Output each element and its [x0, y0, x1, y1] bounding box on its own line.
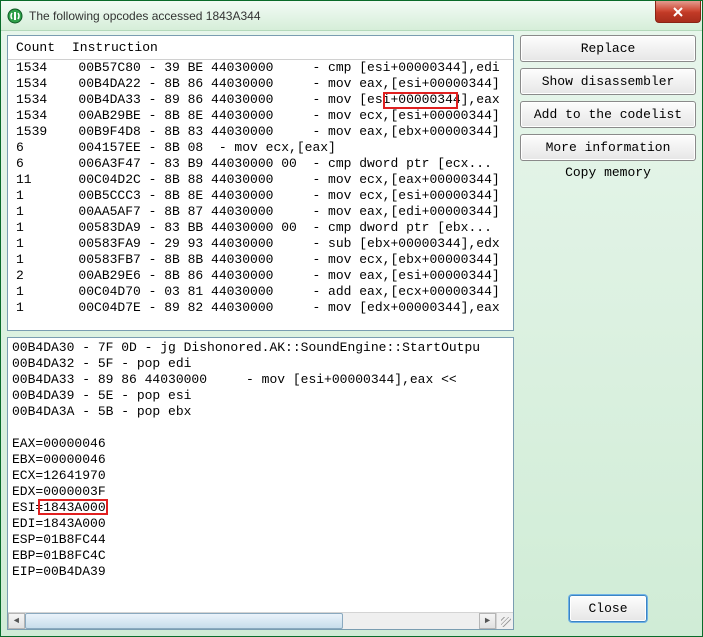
- close-area: Close: [520, 595, 696, 630]
- right-column: Replace Show disassembler Add to the cod…: [520, 35, 696, 630]
- table-row[interactable]: 1 00C04D7E - 89 82 44030000 - mov [edx+0…: [16, 300, 505, 316]
- replace-button[interactable]: Replace: [520, 35, 696, 62]
- scroll-track[interactable]: [25, 613, 479, 629]
- table-row[interactable]: 1 00B5CCC3 - 8B 8E 44030000 - mov ecx,[e…: [16, 188, 505, 204]
- table-row[interactable]: 1539 00B9F4D8 - 8B 83 44030000 - mov eax…: [16, 124, 505, 140]
- scroll-left-icon[interactable]: ◄: [8, 613, 25, 629]
- more-information-button[interactable]: More information: [520, 134, 696, 161]
- window-title: The following opcodes accessed 1843A344: [29, 9, 261, 23]
- table-row[interactable]: 1 00583FA9 - 29 93 44030000 - sub [ebx+0…: [16, 236, 505, 252]
- table-row[interactable]: 1534 00AB29BE - 8B 8E 44030000 - mov ecx…: [16, 108, 505, 124]
- scroll-right-icon[interactable]: ►: [479, 613, 496, 629]
- table-row[interactable]: 1534 00B4DA33 - 89 86 44030000 - mov [es…: [16, 92, 505, 108]
- table-row[interactable]: 1534 00B4DA22 - 8B 86 44030000 - mov eax…: [16, 76, 505, 92]
- scroll-thumb[interactable]: [25, 613, 343, 629]
- close-button[interactable]: Close: [569, 595, 647, 622]
- resize-grip-icon[interactable]: [496, 612, 513, 629]
- table-row[interactable]: 2 00AB29E6 - 8B 86 44030000 - mov eax,[e…: [16, 268, 505, 284]
- app-icon: [7, 8, 23, 24]
- table-row[interactable]: 6 006A3F47 - 83 B9 44030000 00 - cmp dwo…: [16, 156, 505, 172]
- show-disassembler-button[interactable]: Show disassembler: [520, 68, 696, 95]
- table-row[interactable]: 1 00583FB7 - 8B 8B 44030000 - mov ecx,[e…: [16, 252, 505, 268]
- table-row[interactable]: 11 00C04D2C - 8B 88 44030000 - mov ecx,[…: [16, 172, 505, 188]
- left-column: Count Instruction 1534 00B57C80 - 39 BE …: [7, 35, 514, 630]
- col-header-count: Count: [16, 40, 72, 55]
- detail-panel[interactable]: 00B4DA30 - 7F 0D - jg Dishonored.AK::Sou…: [7, 337, 514, 630]
- copy-memory-label: Copy memory: [520, 165, 696, 180]
- table-row[interactable]: 1 00583DA9 - 83 BB 44030000 00 - cmp dwo…: [16, 220, 505, 236]
- table-row[interactable]: 1534 00B57C80 - 39 BE 44030000 - cmp [es…: [16, 60, 505, 76]
- col-header-instruction: Instruction: [72, 40, 505, 55]
- opcode-list[interactable]: Count Instruction 1534 00B57C80 - 39 BE …: [7, 35, 514, 331]
- opcode-accessor-window: The following opcodes accessed 1843A344 …: [0, 0, 703, 637]
- detail-text: 00B4DA30 - 7F 0D - jg Dishonored.AK::Sou…: [12, 340, 509, 580]
- window-close-button[interactable]: [655, 1, 701, 23]
- detail-horizontal-scrollbar[interactable]: ◄ ►: [8, 612, 496, 629]
- titlebar[interactable]: The following opcodes accessed 1843A344: [1, 1, 702, 31]
- list-header: Count Instruction: [8, 36, 513, 60]
- table-row[interactable]: 1 00AA5AF7 - 8B 87 44030000 - mov eax,[e…: [16, 204, 505, 220]
- list-rows: 1534 00B57C80 - 39 BE 44030000 - cmp [es…: [8, 60, 513, 316]
- add-to-codelist-button[interactable]: Add to the codelist: [520, 101, 696, 128]
- table-row[interactable]: 1 00C04D70 - 03 81 44030000 - add eax,[e…: [16, 284, 505, 300]
- body: Count Instruction 1534 00B57C80 - 39 BE …: [1, 31, 702, 636]
- table-row[interactable]: 6 004157EE - 8B 08 - mov ecx,[eax]: [16, 140, 505, 156]
